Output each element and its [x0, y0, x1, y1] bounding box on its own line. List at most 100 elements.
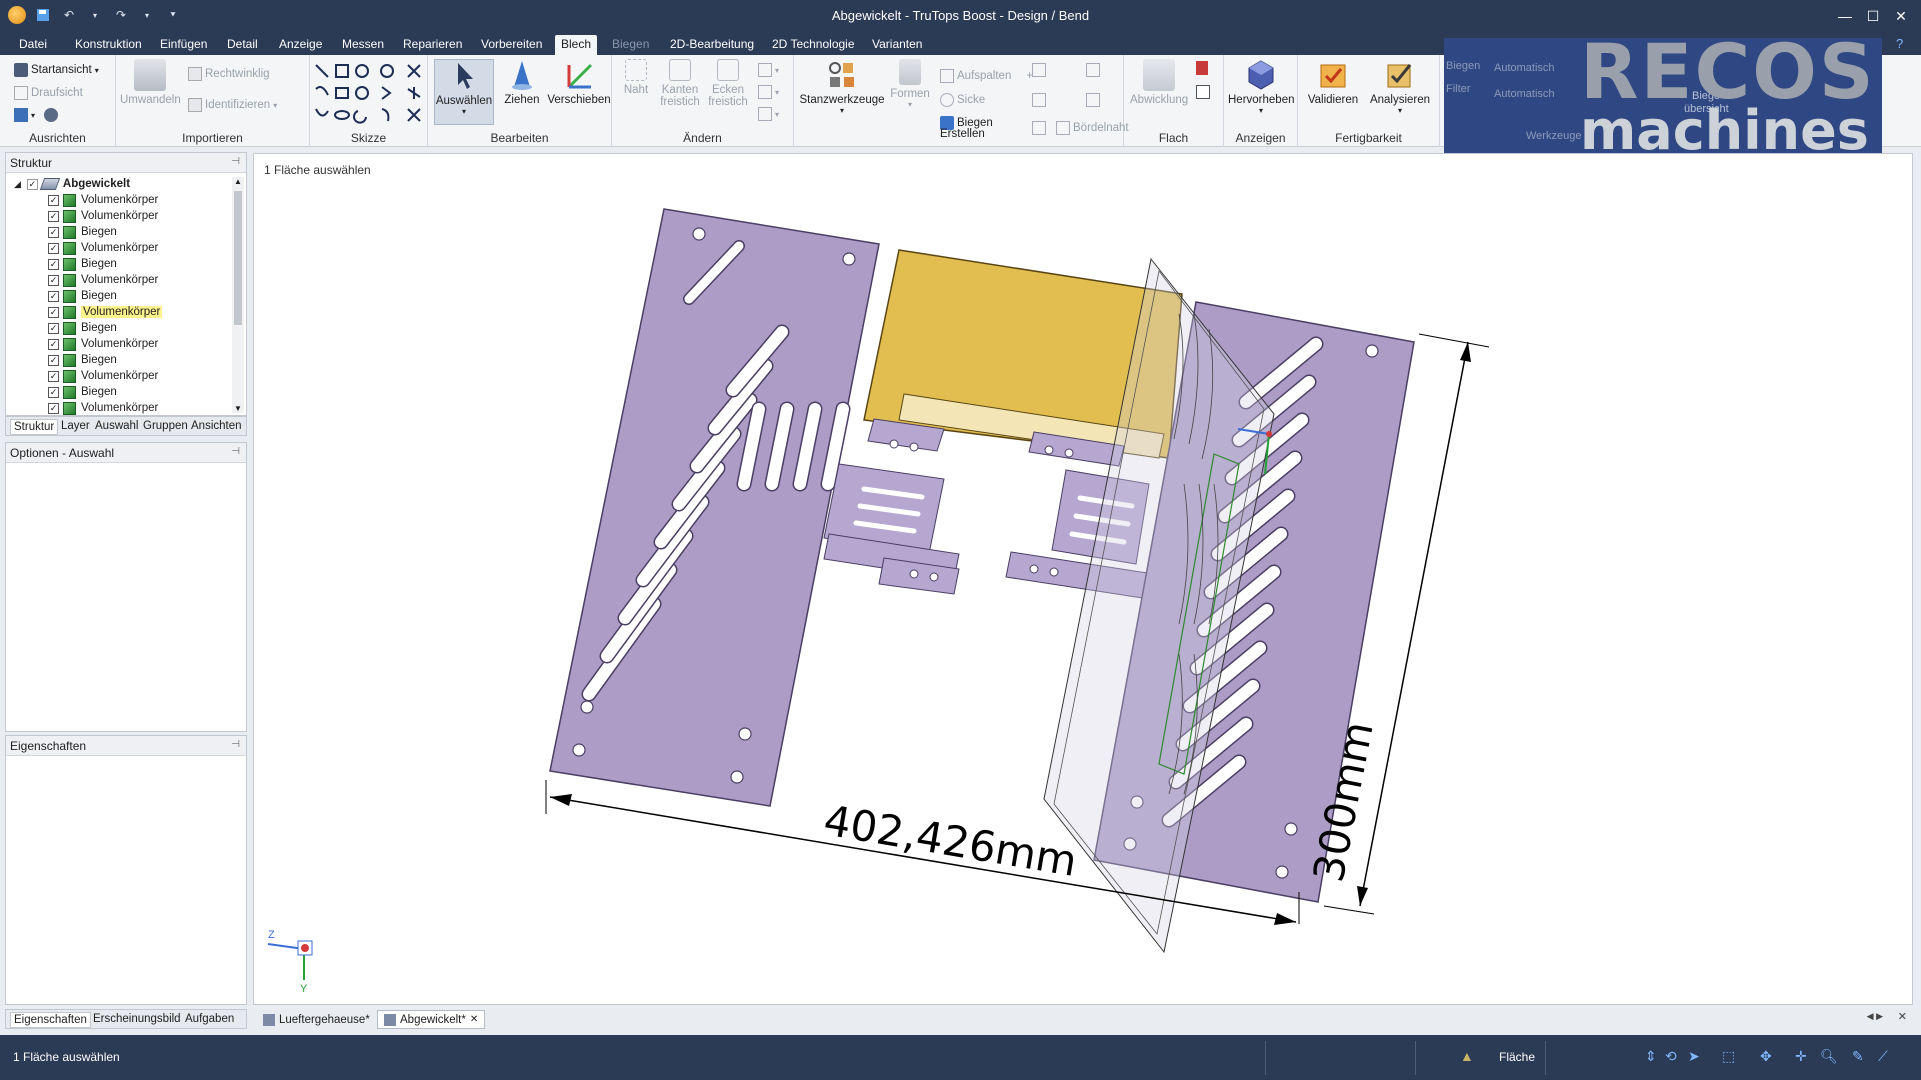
- ptab-aufgaben[interactable]: Aufgaben: [182, 1012, 237, 1026]
- tree-item[interactable]: ✓ Volumenkörper: [48, 368, 158, 384]
- tree-item-checkbox[interactable]: ✓: [48, 402, 59, 414]
- kanten-freistich-button[interactable]: Kanten freistich: [656, 59, 704, 108]
- tree-item-checkbox[interactable]: ✓: [48, 274, 59, 286]
- structure-scrollbar[interactable]: ▲ ▼: [232, 177, 244, 413]
- tab-biegen[interactable]: Biegen: [606, 35, 655, 55]
- tree-item[interactable]: ✓ Volumenkörper: [48, 192, 158, 208]
- draufsicht-button[interactable]: Draufsicht: [14, 86, 83, 100]
- tree-item-checkbox[interactable]: ✓: [48, 322, 59, 334]
- bend-tool-1-icon[interactable]: ▾: [758, 63, 779, 77]
- pen-icon[interactable]: ✎: [1852, 1048, 1864, 1065]
- analysieren-button[interactable]: Analysieren ▾: [1364, 59, 1436, 115]
- rotate-icon[interactable]: ⇕: [1645, 1048, 1657, 1065]
- help-icon[interactable]: ?: [1890, 34, 1909, 54]
- tree-item-checkbox[interactable]: ✓: [48, 290, 59, 302]
- tree-item-checkbox[interactable]: ✓: [48, 370, 59, 382]
- tree-item[interactable]: ✓ Biegen: [48, 256, 117, 272]
- tree-item[interactable]: ✓ Volumenkörper: [48, 336, 158, 352]
- tab-scroll-icons[interactable]: ◀ ▶: [1867, 1011, 1883, 1022]
- tree-item[interactable]: ✓ Volumenkörper: [48, 400, 158, 416]
- tree-item[interactable]: ✓ Biegen: [48, 384, 117, 400]
- tree-item[interactable]: ✓ Biegen: [48, 224, 117, 240]
- tree-item-checkbox[interactable]: ✓: [48, 210, 59, 222]
- tab-2d-technologie[interactable]: 2D Technologie: [766, 35, 861, 55]
- bend-tool-3-icon[interactable]: ▾: [758, 107, 779, 121]
- tab-reparieren[interactable]: Reparieren: [397, 35, 468, 55]
- ziehen-button[interactable]: Ziehen: [498, 59, 546, 106]
- collapse-icon[interactable]: ◢: [14, 179, 21, 190]
- close-all-icon[interactable]: ✕: [1898, 1010, 1907, 1023]
- tab-blech[interactable]: Blech: [555, 35, 598, 55]
- spin-icon[interactable]: ⟲: [1665, 1048, 1677, 1065]
- tree-item[interactable]: ✓ Volumenkörper: [48, 208, 158, 224]
- tree-item-checkbox[interactable]: ✓: [48, 306, 59, 318]
- pointer-icon[interactable]: ➤: [1688, 1048, 1700, 1065]
- startansicht-button[interactable]: Startansicht ▾: [14, 63, 99, 77]
- hem-tool-2-icon[interactable]: [1086, 63, 1100, 77]
- scroll-up-icon[interactable]: ▲: [232, 177, 244, 186]
- hem-tool-3-icon[interactable]: [1032, 93, 1046, 107]
- ptab-erscheinungsbild[interactable]: Erscheinungsbild: [90, 1012, 184, 1026]
- ecken-freistich-button[interactable]: Ecken freistich: [704, 59, 752, 108]
- tab-detail[interactable]: Detail: [221, 35, 264, 55]
- box-select-icon[interactable]: ⬚: [1722, 1048, 1735, 1065]
- tab-varianten[interactable]: Varianten: [866, 35, 928, 55]
- options-pin-icon[interactable]: ⊣: [231, 446, 240, 457]
- pan-icon[interactable]: ✥: [1760, 1048, 1772, 1065]
- maximize-button[interactable]: ☐: [1859, 4, 1887, 28]
- move-view-icon[interactable]: ✛: [1795, 1048, 1807, 1065]
- scroll-down-icon[interactable]: ▼: [232, 404, 244, 413]
- flat-export-icon[interactable]: [1196, 61, 1208, 75]
- flat-table-icon[interactable]: [1196, 85, 1210, 99]
- tab-vorbereiten[interactable]: Vorbereiten: [475, 35, 548, 55]
- tree-item[interactable]: ✓ Volumenkörper: [48, 304, 163, 320]
- hem-tool-4-icon[interactable]: [1086, 93, 1100, 107]
- minimize-button[interactable]: —: [1831, 4, 1859, 28]
- tree-item[interactable]: ✓ Biegen: [48, 320, 117, 336]
- biegen-erstellen-button[interactable]: Biegen Erstellen: [940, 116, 993, 140]
- close-button[interactable]: ✕: [1887, 4, 1915, 28]
- tree-item[interactable]: ✓ Volumenkörper: [48, 272, 158, 288]
- cad-model[interactable]: 402,426mm 300mm Z Y: [254, 154, 1914, 1006]
- doctab-abgewickelt[interactable]: Abgewickelt* ✕: [377, 1010, 486, 1029]
- naht-button[interactable]: Naht: [616, 59, 656, 96]
- verschieben-button[interactable]: Verschieben: [546, 59, 612, 106]
- umwandeln-button[interactable]: Umwandeln: [120, 59, 181, 106]
- view-cube-button[interactable]: ▾: [14, 108, 59, 122]
- tree-root-checkbox[interactable]: ✓: [26, 178, 38, 190]
- tree-item[interactable]: ✓ Biegen: [48, 288, 117, 304]
- close-tab-icon[interactable]: ✕: [470, 1014, 478, 1025]
- left-flat-panel[interactable]: [549, 208, 880, 807]
- identifizieren-button[interactable]: Identifizieren ▾: [188, 98, 277, 112]
- ptab-struktur[interactable]: Struktur: [10, 419, 59, 435]
- formen-button[interactable]: Formen ▾: [888, 59, 932, 109]
- aufspalten-button[interactable]: Aufspalten +: [940, 69, 1033, 83]
- tree-item-checkbox[interactable]: ✓: [48, 338, 59, 350]
- 3d-viewport[interactable]: 1 Fläche auswählen 402,426mm 300mm Z Y: [253, 153, 1913, 1005]
- bend-tool-2-icon[interactable]: ▾: [758, 85, 779, 99]
- rechtwinklig-button[interactable]: Rechtwinklig: [188, 67, 270, 81]
- tree-item-checkbox[interactable]: ✓: [48, 354, 59, 366]
- selection-mode[interactable]: Fläche: [1499, 1050, 1535, 1064]
- hem-tool-5-icon[interactable]: [1032, 121, 1046, 135]
- tab-messen[interactable]: Messen: [336, 35, 390, 55]
- zoom-icon[interactable]: 🔍︎: [1820, 1048, 1838, 1065]
- ptab-auswahl[interactable]: Auswahl: [92, 419, 141, 433]
- tree-item-checkbox[interactable]: ✓: [48, 226, 59, 238]
- properties-pin-icon[interactable]: ⊣: [231, 739, 240, 750]
- ptab-ansichten[interactable]: Ansichten: [188, 419, 245, 433]
- tree-item-checkbox[interactable]: ✓: [48, 242, 59, 254]
- ptab-eigenschaften[interactable]: Eigenschaften: [10, 1012, 91, 1028]
- boerdelnaht-button[interactable]: Bördelnaht: [1056, 121, 1129, 135]
- sketch-tools-icon[interactable]: [310, 61, 428, 131]
- ptab-gruppen[interactable]: Gruppen: [140, 419, 191, 433]
- tree-item-checkbox[interactable]: ✓: [48, 194, 59, 206]
- stanzwerkzeuge-button[interactable]: Stanzwerkzeuge ▾: [798, 59, 886, 115]
- measure-icon[interactable]: ⟋: [1878, 1048, 1888, 1065]
- tab-2d-bearbeitung[interactable]: 2D-Bearbeitung: [664, 35, 760, 55]
- ptab-layer[interactable]: Layer: [58, 419, 93, 433]
- tree-item[interactable]: ✓ Volumenkörper: [48, 240, 158, 256]
- validieren-button[interactable]: Validieren: [1304, 59, 1362, 106]
- auswaehlen-button[interactable]: Auswählen ▾: [434, 59, 494, 125]
- warning-icon[interactable]: ▲: [1460, 1048, 1474, 1064]
